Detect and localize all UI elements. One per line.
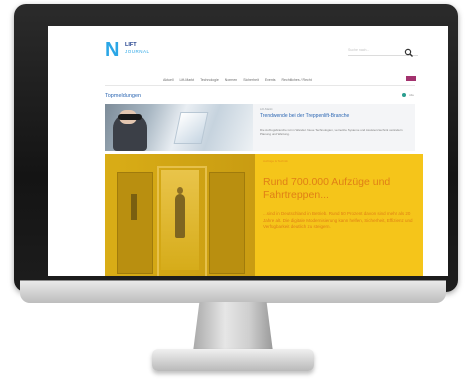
elevator-door-left [117, 172, 153, 274]
glass-panel [173, 112, 209, 144]
article-category-1: Lift-Markt [260, 107, 273, 111]
section-title: Topmeldungen [105, 93, 142, 99]
nav-item-sicherheit[interactable]: Sicherheit [243, 76, 259, 84]
article-title-2[interactable]: Rund 700.000 Aufzüge und Fahrtreppen... [263, 176, 413, 202]
elevator-panel [131, 194, 137, 220]
monitor-screen: N LIFT JOURNAL Suche nach... Aktuell Lif… [48, 26, 448, 276]
nav-item-technologie[interactable]: Technologie [200, 76, 219, 84]
status-dot-icon[interactable] [402, 93, 406, 97]
figure-head [177, 187, 183, 194]
language-flag-icon[interactable] [406, 76, 416, 81]
article-card-1[interactable]: Lift-Markt Trendwende bei der Treppenlif… [105, 104, 415, 151]
site-logo[interactable]: N LIFT JOURNAL [105, 40, 165, 62]
logo-wordmark: LIFT [125, 42, 137, 48]
nav-item-aktuell[interactable]: Aktuell [163, 76, 174, 84]
logo-mark: N [105, 39, 119, 61]
nav-item-lift-markt[interactable]: Lift-Markt [180, 76, 195, 84]
section-controls: Alle [402, 93, 414, 97]
elevator-door-right [209, 172, 245, 274]
vr-headset [118, 114, 142, 120]
article-teaser-2: ...sind in Deutschland in Betrieb. Rund … [263, 211, 413, 229]
site-header: N LIFT JOURNAL Suche nach... [48, 26, 448, 66]
nav-item-normen[interactable]: Normen [225, 76, 237, 84]
monitor-bezel: N LIFT JOURNAL Suche nach... Aktuell Lif… [14, 4, 458, 292]
nav-divider [105, 85, 415, 86]
article-card-2[interactable]: Aufzüge & Technik Rund 700.000 Aufzüge u… [105, 154, 423, 276]
monitor-stand-base [152, 349, 314, 371]
article-title-1[interactable]: Trendwende bei der Treppenlift-Branche [260, 113, 410, 119]
article-image-1[interactable] [105, 104, 253, 151]
article-image-2[interactable] [105, 154, 255, 276]
logo-subline: JOURNAL [125, 49, 150, 54]
nav-item-events[interactable]: Events [265, 76, 276, 84]
search-icon[interactable] [404, 45, 414, 57]
monitor-chin [20, 280, 446, 303]
main-navigation: Aktuell Lift-Markt Technologie Normen Si… [163, 76, 423, 84]
section-filter-label[interactable]: Alle [409, 93, 414, 97]
article-teaser-1: Die Aufzugsbranche ist im Wandel. Neue T… [260, 128, 403, 136]
article-category-2: Aufzüge & Technik [263, 159, 288, 163]
nav-item-recht[interactable]: Rechtliches / Recht [282, 76, 312, 84]
monitor-stand-neck [193, 302, 273, 352]
figure-body [175, 194, 185, 238]
